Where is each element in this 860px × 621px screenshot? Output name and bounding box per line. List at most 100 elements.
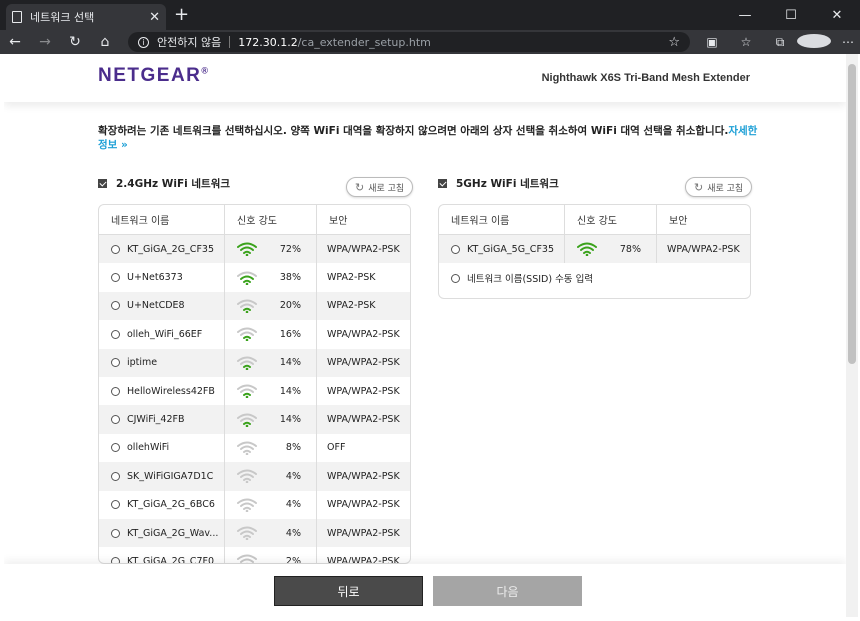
forward-icon[interactable]: → — [30, 34, 60, 50]
manual-ssid-option[interactable]: 네트워크 이름(SSID) 수동 입력 — [439, 263, 750, 293]
signal-cell: 4% — [225, 462, 317, 491]
tab-close-icon[interactable]: ✕ — [149, 10, 160, 25]
network-name-cell: SK_WiFiGIGA7D1C — [99, 462, 225, 491]
network-row[interactable]: ollehWiFi 8% OFF — [99, 433, 410, 463]
next-button[interactable]: 다음 — [433, 576, 582, 606]
security-type: WPA/WPA2-PSK — [327, 470, 400, 482]
band24-refresh-label: 새로 고침 — [368, 183, 405, 194]
address-bar[interactable]: i 안전하지 않음 172.30.1.2 /ca_extender_setup.… — [128, 32, 690, 52]
column-header-signal: 신호 강도 — [565, 205, 657, 234]
network-radio[interactable] — [111, 358, 120, 368]
tab-title: 네트워크 선택 — [30, 11, 95, 24]
network-row[interactable]: U+Net6373 38% WPA2-PSK — [99, 263, 410, 292]
network-row[interactable]: KT_GiGA_2G_C7F0 2% WPA/WPA2-PSK — [99, 547, 410, 564]
band24-checkbox[interactable] — [98, 179, 107, 188]
network-row[interactable]: KT_GiGA_2G_6BC6 4% WPA/WPA2-PSK — [99, 490, 410, 519]
page-scrollbar[interactable] — [846, 54, 858, 617]
network-ssid: KT_GiGA_2G_CF35 — [127, 243, 214, 255]
network-radio[interactable] — [451, 244, 460, 254]
network-radio[interactable] — [111, 471, 120, 481]
security-type: WPA/WPA2-PSK — [327, 357, 400, 369]
reload-icon[interactable]: ↻ — [60, 34, 90, 50]
band24-rows: KT_GiGA_2G_CF35 72% WPA/WPA2-PSK U+Net6373 3… — [99, 235, 410, 564]
refresh-icon: ↻ — [355, 180, 365, 194]
extension-icon[interactable]: ▣ — [695, 35, 729, 49]
info-icon[interactable]: i — [138, 36, 149, 48]
network-row[interactable]: KT_GiGA_2G_CF35 72% WPA/WPA2-PSK — [99, 235, 410, 264]
network-radio[interactable] — [111, 386, 120, 396]
divider — [229, 36, 231, 48]
favorite-star-icon[interactable]: ☆ — [668, 35, 680, 50]
network-ssid: HelloWireless42FB — [127, 385, 215, 397]
home-icon[interactable]: ⌂ — [90, 34, 120, 50]
network-ssid: iptime — [127, 357, 158, 369]
network-name-cell: CJWiFi_42FB — [99, 405, 225, 434]
security-type: WPA/WPA2-PSK — [327, 414, 400, 426]
network-radio[interactable] — [111, 528, 120, 538]
network-radio[interactable] — [111, 301, 120, 311]
minimize-button[interactable]: — — [722, 0, 768, 30]
signal-strength: 20% — [279, 300, 301, 312]
signal-cell: 72% — [225, 235, 317, 264]
collections-icon[interactable]: ⧉ — [763, 35, 797, 50]
column-header-name: 네트워크 이름 — [439, 205, 565, 234]
network-row[interactable]: HelloWireless42FB 14% WPA/WPA2-PSK — [99, 376, 410, 406]
favorites-icon[interactable]: ☆ — [729, 35, 763, 49]
wifi-signal-icon — [237, 413, 257, 427]
network-ssid: U+NetCDE8 — [127, 300, 185, 312]
back-button[interactable]: 뒤로 — [274, 576, 423, 606]
band24-network-table: 네트워크 이름 신호 강도 보안 KT_GiGA_2G_CF35 72% WPA/W… — [98, 204, 411, 564]
network-radio[interactable] — [111, 500, 120, 510]
profile-button[interactable] — [797, 33, 831, 51]
column-header-security: 보안 — [329, 216, 348, 227]
network-radio[interactable] — [111, 329, 120, 339]
signal-cell: 16% — [225, 320, 317, 349]
band5-checkbox[interactable] — [438, 179, 447, 188]
network-radio[interactable] — [111, 273, 120, 283]
table-header: 네트워크 이름 신호 강도 보안 — [99, 205, 410, 235]
band5-title: 5GHz WiFi 네트워크 — [456, 178, 559, 190]
wifi-signal-icon — [237, 554, 257, 563]
network-ssid: U+Net6373 — [127, 272, 183, 284]
maximize-button[interactable]: ☐ — [768, 0, 814, 30]
network-row[interactable]: iptime 14% WPA/WPA2-PSK — [99, 348, 410, 377]
network-radio[interactable] — [111, 443, 120, 453]
avatar-icon — [797, 33, 831, 48]
close-window-button[interactable]: ✕ — [814, 0, 860, 30]
band24-refresh-button[interactable]: ↻ 새로 고침 — [346, 177, 414, 197]
network-ssid: KT_GiGA_5G_CF35 — [467, 243, 554, 255]
network-radio[interactable] — [111, 244, 120, 254]
network-row[interactable]: U+NetCDE8 20% WPA2-PSK — [99, 291, 410, 321]
network-row[interactable]: CJWiFi_42FB 14% WPA/WPA2-PSK — [99, 405, 410, 434]
browser-tab[interactable]: 네트워크 선택 ✕ — [6, 4, 166, 30]
network-radio[interactable] — [111, 556, 120, 563]
signal-strength: 2% — [285, 555, 301, 564]
signal-strength: 78% — [619, 243, 641, 255]
network-ssid: KT_GiGA_2G_C7F0 — [127, 555, 214, 564]
band5-header: 5GHz WiFi 네트워크 — [438, 176, 559, 191]
instruction-text: 확장하려는 기존 네트워크를 선택하십시오. 양쪽 WiFi 대역을 확장하지 … — [98, 124, 758, 152]
scrollbar-thumb[interactable] — [848, 64, 856, 364]
network-name-cell: KT_GiGA_2G_CF35 — [99, 235, 225, 264]
column-header-name: 네트워크 이름 — [99, 205, 225, 234]
signal-cell: 8% — [225, 433, 317, 463]
wifi-signal-icon — [237, 356, 257, 370]
network-radio[interactable] — [111, 415, 120, 425]
toolbar-icons: ▣ ☆ ⧉ ⋯ — [695, 30, 860, 54]
network-row[interactable]: olleh_WiFi_66EF 16% WPA/WPA2-PSK — [99, 320, 410, 349]
more-menu-icon[interactable]: ⋯ — [831, 35, 860, 49]
security-type: WPA/WPA2-PSK — [667, 243, 740, 255]
network-row[interactable]: KT_GiGA_2G_Wav... 4% WPA/WPA2-PSK — [99, 518, 410, 548]
signal-cell: 14% — [225, 376, 317, 406]
security-type: WPA/WPA2-PSK — [327, 499, 400, 511]
wifi-signal-icon — [237, 469, 257, 484]
new-tab-button[interactable]: + — [174, 4, 189, 26]
band5-refresh-button[interactable]: ↻ 새로 고침 — [685, 177, 753, 197]
security-type: WPA2-PSK — [327, 272, 376, 284]
wifi-signal-icon — [237, 242, 257, 257]
network-row[interactable]: SK_WiFiGIGA7D1C 4% WPA/WPA2-PSK — [99, 462, 410, 491]
network-row[interactable]: KT_GiGA_5G_CF35 78% WPA/WPA2-PSK — [439, 235, 750, 264]
back-icon[interactable]: ← — [0, 34, 30, 50]
security-type: WPA/WPA2-PSK — [327, 527, 400, 539]
manual-ssid-radio[interactable] — [451, 273, 460, 283]
